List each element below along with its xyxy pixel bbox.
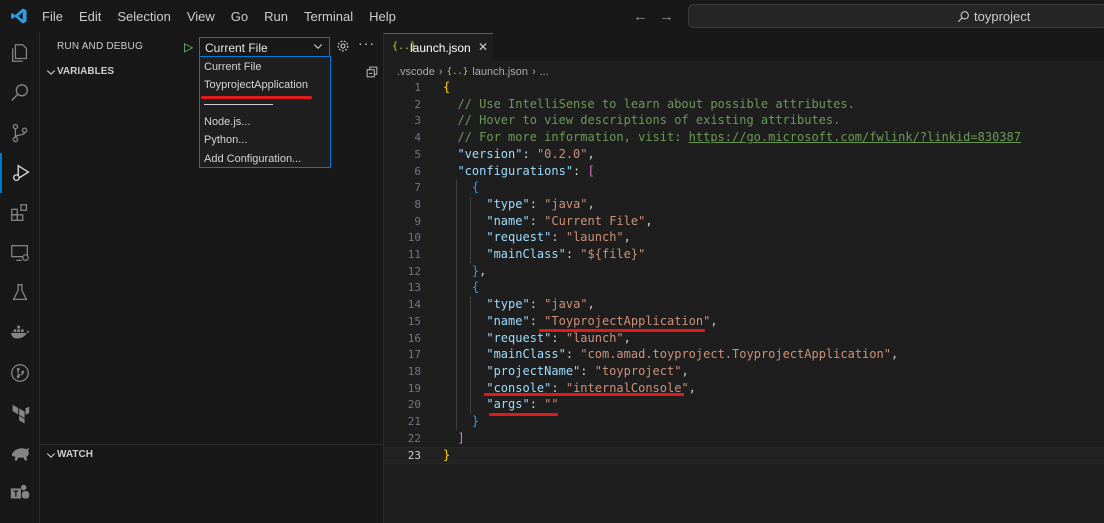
launch-config-value: Current File (205, 41, 268, 55)
title-bar: File Edit Selection View Go Run Terminal… (0, 0, 1104, 33)
code-line: 10 "request": "launch", (407, 230, 631, 245)
activity-bar (0, 33, 40, 523)
dropdown-item-current-file[interactable]: Current File (204, 61, 261, 73)
search-text: toyproject (974, 9, 1031, 24)
teams-icon[interactable] (0, 473, 40, 513)
source-control-icon[interactable] (0, 113, 40, 153)
extensions-icon[interactable] (0, 193, 40, 233)
back-arrow-icon[interactable]: ← (633, 8, 648, 25)
start-debugging-icon[interactable]: ▷ (184, 40, 193, 54)
code-line: 6 "configurations": [ (414, 163, 595, 178)
forward-arrow-icon[interactable]: → (659, 8, 674, 25)
run-debug-icon[interactable] (0, 153, 40, 193)
close-icon[interactable]: ✕ (478, 40, 488, 54)
breadcrumb: .vscode › {..} launch.json › ... (397, 64, 549, 80)
code-line: 13 { (407, 280, 480, 295)
menu-edit[interactable]: Edit (71, 9, 109, 24)
code-line: 5 "version": "0.2.0", (414, 146, 595, 161)
menu-help[interactable]: Help (361, 9, 404, 24)
sidebar-title: RUN AND DEBUG (57, 41, 143, 52)
code-line: 14 "type": "java", (407, 297, 595, 312)
code-line: 18 "projectName": "toyproject", (407, 363, 689, 378)
menu-bar: File Edit Selection View Go Run Terminal… (34, 0, 404, 33)
vscode-logo-icon (11, 8, 27, 24)
dropdown-separator (204, 104, 273, 105)
editor-tabs: {..} launch.json ✕ (384, 33, 1104, 61)
git-graph-icon[interactable] (0, 353, 40, 393)
dropdown-item-nodejs[interactable]: Node.js... (204, 116, 250, 128)
code-line: 3 // Hover to view descriptions of exist… (414, 113, 841, 128)
more-actions-icon[interactable]: ··· (358, 35, 375, 51)
docker-icon[interactable] (0, 313, 40, 353)
launch-config-select[interactable]: Current File (199, 37, 330, 57)
chevron-right-icon: › (438, 66, 443, 78)
fwlink-url[interactable]: https://go.microsoft.com/fwlink/?linkid=… (689, 130, 1021, 144)
code-line: 8 "type": "java", (414, 196, 595, 211)
dropdown-item-python[interactable]: Python... (204, 134, 247, 146)
code-line: 11 "mainClass": "${file}" (407, 247, 646, 261)
menu-view[interactable]: View (179, 9, 223, 24)
annotation-underline (201, 96, 312, 99)
breadcrumb-folder[interactable]: .vscode (397, 66, 435, 78)
code-line: 7 { (414, 180, 480, 195)
menu-run[interactable]: Run (256, 9, 296, 24)
search-view-icon[interactable] (0, 73, 40, 113)
collapse-all-icon[interactable] (366, 66, 378, 78)
launch-config-dropdown: Current File ToyprojectApplication Node.… (199, 56, 331, 168)
code-line: 2 // Use IntelliSense to learn about pos… (414, 96, 855, 111)
menu-file[interactable]: File (34, 9, 71, 24)
code-editor[interactable]: 1{ 2 // Use IntelliSense to learn about … (384, 80, 1104, 523)
code-line: 15 "name": "ToyprojectApplication", (407, 313, 718, 328)
chevron-right-icon: › (531, 66, 536, 78)
code-line: 21 } (407, 414, 480, 428)
watch-section-header[interactable]: WATCH (40, 444, 384, 464)
breadcrumb-symbol[interactable]: ... (540, 66, 549, 78)
json-file-icon: {..} (446, 67, 469, 77)
code-line: 12 }, (407, 263, 487, 278)
code-line: 4 // For more information, visit: https:… (414, 130, 1021, 145)
command-center-search[interactable]: toyproject (688, 4, 1104, 28)
gear-icon[interactable] (336, 39, 350, 53)
annotation-underline (539, 329, 705, 332)
testing-icon[interactable] (0, 273, 40, 313)
code-line: 22 ] (407, 430, 465, 445)
code-line: 16 "request": "launch", (407, 330, 631, 345)
code-line: 17 "mainClass": "com.amad.toyproject.Toy… (407, 347, 899, 362)
search-icon (957, 11, 969, 23)
explorer-icon[interactable] (0, 33, 40, 73)
watch-label: WATCH (57, 449, 93, 460)
menu-selection[interactable]: Selection (109, 9, 178, 24)
code-line: 9 "name": "Current File", (414, 213, 653, 228)
tomcat-icon[interactable] (0, 433, 40, 473)
annotation-underline (489, 413, 558, 416)
tab-launch-json[interactable]: {..} launch.json ✕ (384, 33, 493, 61)
menu-terminal[interactable]: Terminal (296, 9, 361, 24)
code-line: 1{ (414, 80, 451, 94)
tab-label: launch.json (410, 41, 471, 55)
terraform-icon[interactable] (0, 393, 40, 433)
code-line: 20 "args": "" (407, 397, 559, 412)
annotation-underline (484, 393, 684, 396)
remote-explorer-icon[interactable] (0, 233, 40, 273)
chevron-down-icon (46, 453, 56, 459)
dropdown-item-add-configuration[interactable]: Add Configuration... (204, 153, 301, 165)
chevron-down-icon (313, 44, 323, 50)
variables-label: VARIABLES (57, 66, 115, 77)
menu-go[interactable]: Go (223, 9, 256, 24)
code-line-current: 23} (384, 447, 1104, 465)
breadcrumb-file[interactable]: launch.json (472, 66, 528, 78)
dropdown-item-toyproject-application[interactable]: ToyprojectApplication (204, 79, 308, 91)
chevron-down-icon (46, 70, 56, 76)
